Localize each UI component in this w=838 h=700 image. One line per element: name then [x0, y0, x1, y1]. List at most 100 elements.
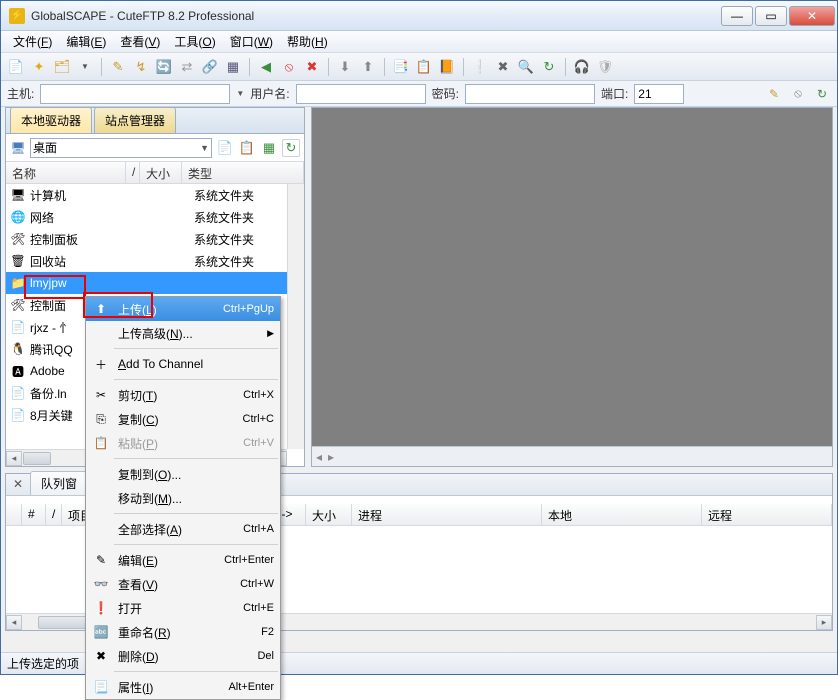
- back-icon[interactable]: ◀: [257, 58, 275, 76]
- close-button[interactable]: ✕: [789, 6, 835, 26]
- scroll-left-icon[interactable]: ◂: [6, 451, 22, 466]
- qcol-slash[interactable]: /: [46, 504, 62, 525]
- menu-file[interactable]: 文件(F): [7, 31, 58, 52]
- q-scroll-left-icon[interactable]: ◂: [6, 615, 22, 630]
- scroll-thumb[interactable]: [23, 452, 51, 465]
- dropdown-icon[interactable]: ▼: [76, 58, 94, 76]
- qcol-local[interactable]: 本地: [542, 504, 702, 525]
- menuitem-o[interactable]: 复制到(O)...: [86, 462, 280, 486]
- new-icon[interactable]: 📄: [7, 58, 25, 76]
- submenu-arrow-icon: ▶: [267, 328, 274, 339]
- qcol-num[interactable]: #: [22, 504, 46, 525]
- pass-input[interactable]: [465, 84, 595, 104]
- transfer-icon[interactable]: ⇄: [178, 58, 196, 76]
- user-input[interactable]: [296, 84, 426, 104]
- minimize-button[interactable]: —: [721, 6, 753, 26]
- menuitem-a[interactable]: 全部选择(A)Ctrl+A: [86, 517, 280, 541]
- search-icon[interactable]: 🔍: [517, 58, 535, 76]
- col-name[interactable]: 名称: [6, 162, 126, 183]
- file-type: 系统文件夹: [194, 209, 254, 226]
- menu-edit[interactable]: 编辑(E): [60, 31, 112, 52]
- refresh-local-icon[interactable]: ↻: [282, 139, 300, 157]
- col-size[interactable]: 大小: [140, 162, 182, 183]
- host-dropdown-icon[interactable]: ▼: [236, 89, 244, 98]
- menu-help[interactable]: 帮助(H): [281, 31, 334, 52]
- refresh-icon[interactable]: ↻: [540, 58, 558, 76]
- remote-pane: ◂ ▸: [311, 107, 833, 467]
- tab-site-manager[interactable]: 站点管理器: [94, 107, 176, 133]
- wand-icon[interactable]: ↯: [132, 58, 150, 76]
- maximize-button[interactable]: ▭: [755, 6, 787, 26]
- col-sort[interactable]: /: [126, 162, 140, 183]
- queue-close-icon[interactable]: ✕: [10, 476, 26, 492]
- file-type: 系统文件夹: [194, 231, 254, 248]
- connect-icon[interactable]: ✎: [109, 58, 127, 76]
- tab-local-drives[interactable]: 本地驱动器: [10, 107, 92, 133]
- menuitem-r[interactable]: 🔤重命名(R)F2: [86, 620, 280, 644]
- menuitem-n[interactable]: 上传高级(N)... ▶: [86, 321, 280, 345]
- conn-refresh-icon[interactable]: ↻: [813, 85, 831, 103]
- list-icon[interactable]: 📋: [415, 58, 433, 76]
- quick-connect-icon[interactable]: ✎: [765, 85, 783, 103]
- vscrollbar[interactable]: [287, 184, 304, 449]
- up-icon[interactable]: ⬆: [359, 58, 377, 76]
- folder-new-icon[interactable]: 🗂: [53, 58, 71, 76]
- shield-icon[interactable]: 🛡: [596, 58, 614, 76]
- file-row[interactable]: 📁lmyjpw: [6, 272, 304, 294]
- sync-icon[interactable]: 🔄: [155, 58, 173, 76]
- menuitem-addtochannel[interactable]: ＋Add To Channel: [86, 352, 280, 376]
- wizard-icon[interactable]: ✦: [30, 58, 48, 76]
- view-icon[interactable]: ▦: [260, 139, 278, 157]
- qcol-size[interactable]: 大小: [306, 504, 352, 525]
- menuitem-m[interactable]: 移动到(M)...: [86, 486, 280, 510]
- location-combo[interactable]: 桌面 ▼: [30, 138, 212, 158]
- col-type[interactable]: 类型: [182, 162, 304, 183]
- doc-icon[interactable]: 📑: [392, 58, 410, 76]
- stop-icon[interactable]: ⦸: [280, 58, 298, 76]
- menuitem-shortcut: Ctrl+W: [240, 578, 274, 590]
- qcol-remote[interactable]: 远程: [702, 504, 832, 525]
- link-icon[interactable]: 🔗: [201, 58, 219, 76]
- tab-prev-icon[interactable]: ◂: [316, 450, 322, 464]
- menu-view[interactable]: 查看(V): [114, 31, 166, 52]
- menu-window[interactable]: 窗口(W): [224, 31, 279, 52]
- book-icon[interactable]: 📙: [438, 58, 456, 76]
- remote-tabstrip: ◂ ▸: [312, 446, 832, 466]
- menuitem-t[interactable]: ✂剪切(T)Ctrl+X: [86, 383, 280, 407]
- file-icon: 📄: [10, 385, 26, 401]
- menuitem-c[interactable]: ⎘复制(C)Ctrl+C: [86, 407, 280, 431]
- menuitem-v[interactable]: 👓查看(V)Ctrl+W: [86, 572, 280, 596]
- menubar: 文件(F) 编辑(E) 查看(V) 工具(O) 窗口(W) 帮助(H): [1, 31, 837, 53]
- menuitem-d[interactable]: ✖删除(D)Del: [86, 644, 280, 668]
- url-icon[interactable]: ▦: [224, 58, 242, 76]
- menuitem-l[interactable]: ⬆上传(L)Ctrl+PgUp: [86, 297, 280, 321]
- tab-next-icon[interactable]: ▸: [328, 450, 334, 464]
- alert-icon[interactable]: ❕: [471, 58, 489, 76]
- file-row[interactable]: 🛠控制面板系统文件夹: [6, 228, 304, 250]
- qcol-prog[interactable]: 进程: [352, 504, 542, 525]
- paste-icon[interactable]: 📋: [238, 139, 256, 157]
- menuitem-[interactable]: ❗打开Ctrl+E: [86, 596, 280, 620]
- conn-stop-icon[interactable]: ⦸: [789, 85, 807, 103]
- menuitem-e[interactable]: ✎编辑(E)Ctrl+Enter: [86, 548, 280, 572]
- menuitem-label: 上传高级(N)...: [118, 325, 259, 342]
- file-row[interactable]: 🗑回收站系统文件夹: [6, 250, 304, 272]
- menuitem-i[interactable]: 📃属性(I)Alt+Enter: [86, 675, 280, 699]
- support-icon[interactable]: 🎧: [573, 58, 591, 76]
- stop2-icon[interactable]: ✖: [303, 58, 321, 76]
- qcol-blank[interactable]: [6, 504, 22, 525]
- chevron-down-icon[interactable]: ▼: [200, 143, 209, 153]
- port-input[interactable]: [634, 84, 684, 104]
- host-input[interactable]: [40, 84, 230, 104]
- down-icon[interactable]: ⬇: [336, 58, 354, 76]
- copy-icon[interactable]: 📄: [216, 139, 234, 157]
- menu-tools[interactable]: 工具(O): [168, 31, 221, 52]
- menuitem-label: 查看(V): [118, 576, 232, 593]
- tab-queue[interactable]: 队列窗: [30, 471, 88, 495]
- menuitem-shortcut: Ctrl+C: [243, 413, 274, 425]
- file-row[interactable]: 🌐网络系统文件夹: [6, 206, 304, 228]
- menuitem-icon: ✎: [92, 551, 110, 569]
- delete-icon[interactable]: ✖: [494, 58, 512, 76]
- q-scroll-right-icon[interactable]: ▸: [816, 615, 832, 630]
- file-row[interactable]: 🖥计算机系统文件夹: [6, 184, 304, 206]
